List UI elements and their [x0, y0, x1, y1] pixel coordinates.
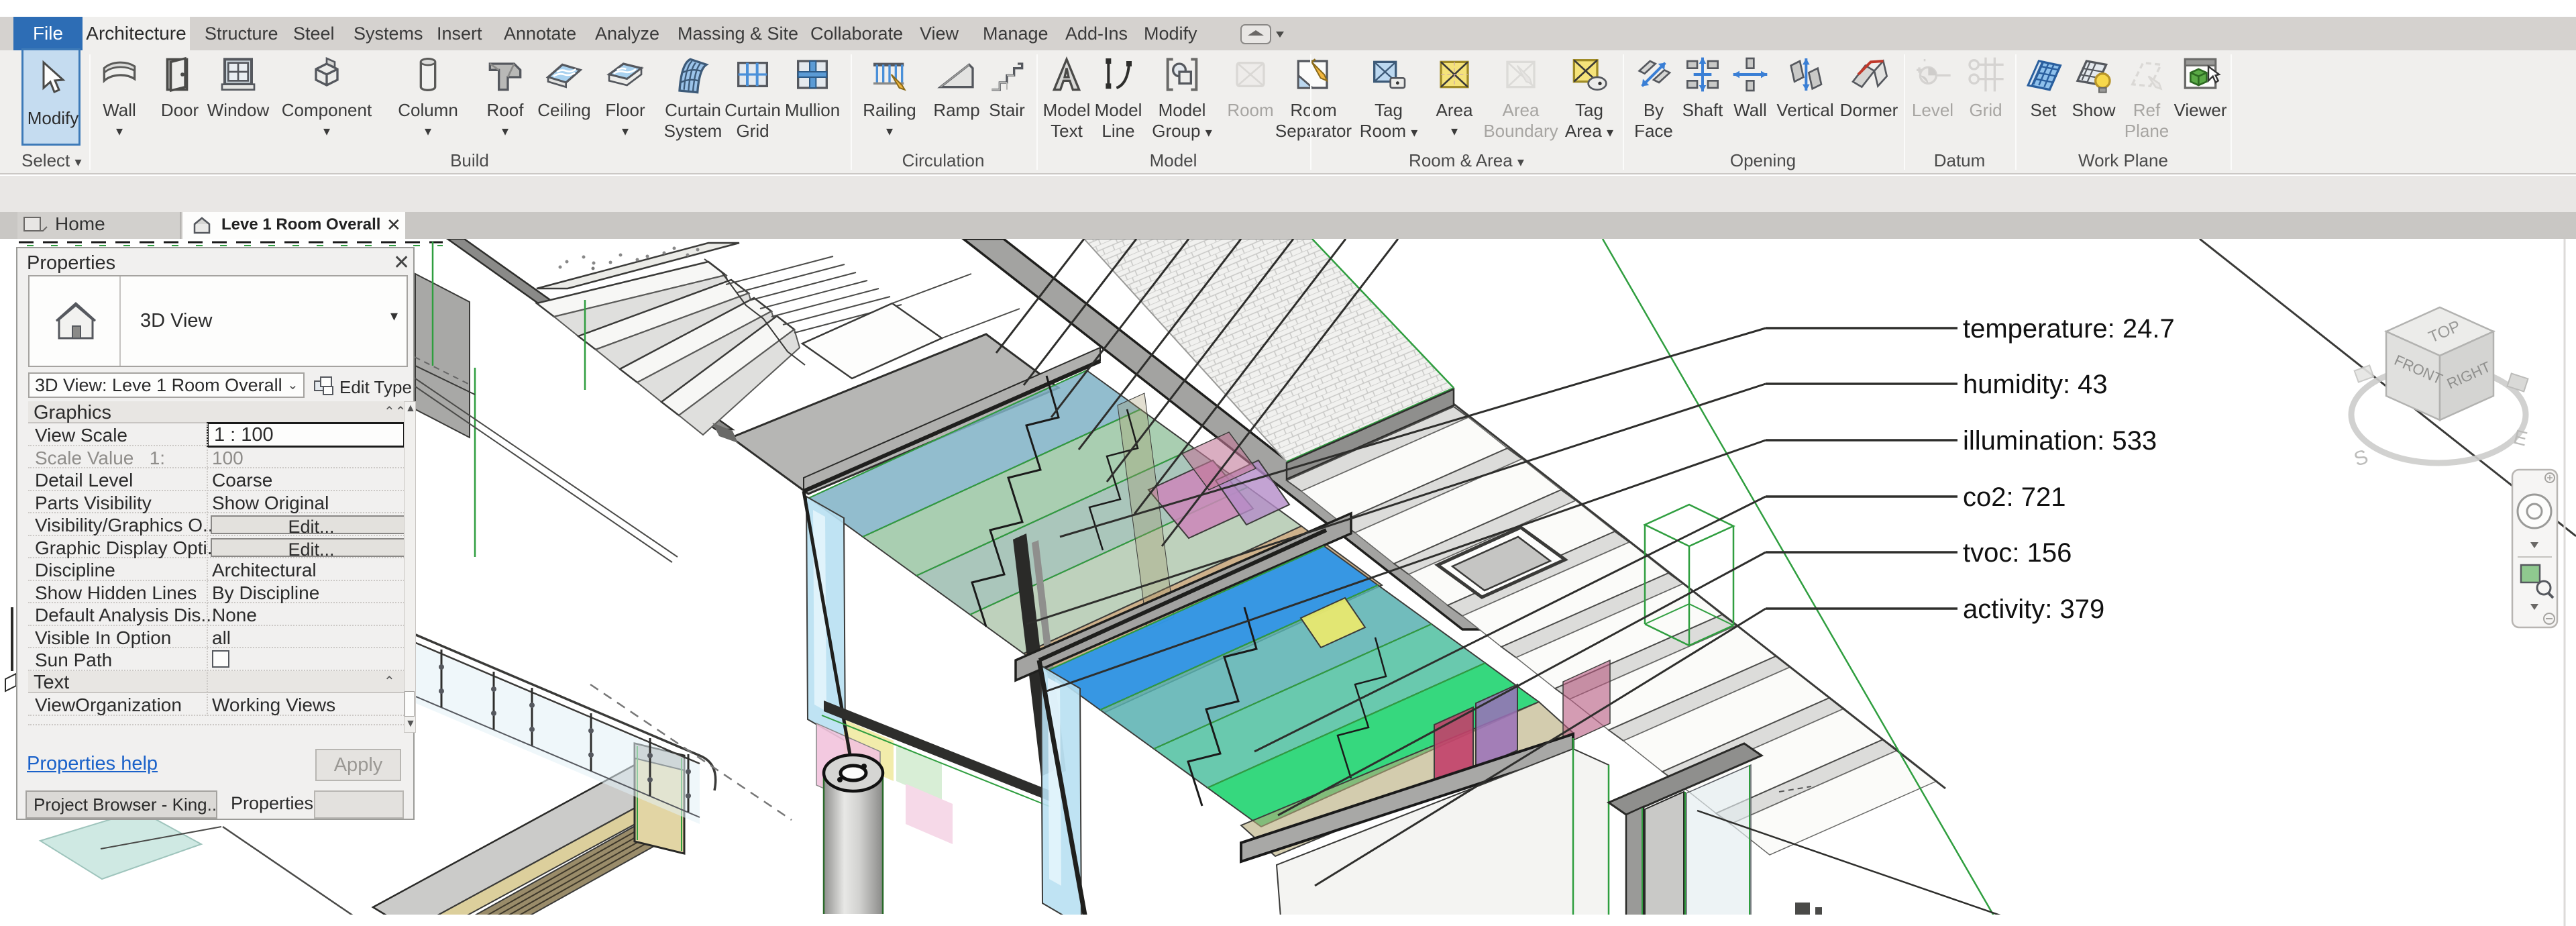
svg-text:humidity: 43: humidity: 43: [1963, 370, 2108, 399]
svg-text:tvoc: 156: tvoc: 156: [1963, 538, 2072, 568]
svg-text:illumination: 533: illumination: 533: [1963, 426, 2157, 456]
svg-text:temperature: 24.7: temperature: 24.7: [1963, 314, 2175, 344]
svg-text:co2: 721: co2: 721: [1963, 482, 2065, 512]
svg-text:activity: 379: activity: 379: [1963, 595, 2104, 624]
